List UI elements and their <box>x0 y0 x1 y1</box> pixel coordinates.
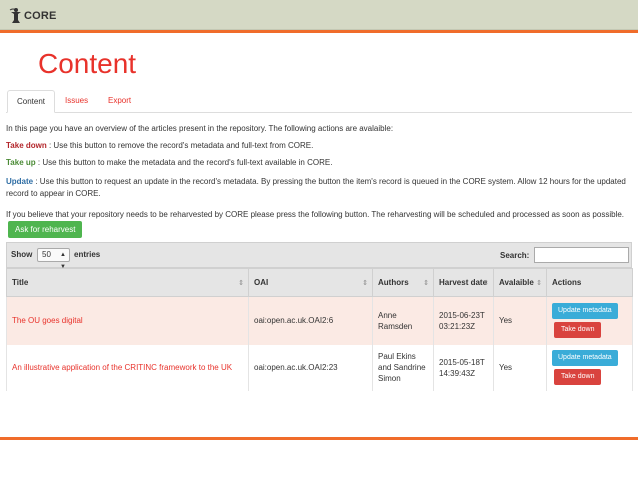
entries-per-page-select[interactable]: 50 ▲ ▼ <box>37 248 70 270</box>
column-header-available[interactable]: Avalaible ⇕ <box>493 268 547 297</box>
update-label: Update <box>6 177 34 186</box>
sort-arrows-icon: ⇕ <box>423 279 429 287</box>
tab-issues[interactable]: Issues <box>56 90 97 113</box>
column-header-title[interactable]: Title ⇕ <box>6 268 249 297</box>
entries-per-page-value: 50 <box>42 250 51 259</box>
tab-content[interactable]: Content <box>7 90 56 113</box>
top-orange-divider <box>0 30 638 33</box>
sort-arrows-icon: ⇕ <box>483 279 489 287</box>
reharvest-text: If you believe that your repository need… <box>6 210 624 219</box>
sort-arrows-icon: ⇕ <box>238 279 244 287</box>
articles-table-wrapper: Show 50 ▲ ▼ entries Search: Title ⇕ OAI ⇕ A… <box>6 242 633 391</box>
column-header-actions: Actions <box>546 268 633 297</box>
core-logo-icon <box>9 8 21 23</box>
table-controls: Show 50 ▲ ▼ entries Search: <box>6 242 632 270</box>
row-authors: Paul Ekins and Sandrine Simon <box>372 344 434 391</box>
ask-for-reharvest-button[interactable]: Ask for reharvest <box>8 221 83 238</box>
show-label: Show <box>11 250 33 259</box>
sort-arrows-icon: ⇕ <box>536 279 542 287</box>
row-harvest-date: 2015-06-23T03:21:23Z <box>433 296 494 345</box>
bottom-orange-divider <box>0 437 638 440</box>
row-oai: oai:open.ac.uk.OAI2:6 <box>248 296 373 345</box>
logo-text: CORE <box>24 9 57 22</box>
reharvest-description: If you believe that your repository need… <box>6 208 632 238</box>
row-actions: Update metadata Take down <box>546 344 633 391</box>
take-up-text: : Use this button to make the metadata a… <box>37 158 333 167</box>
update-text: : Use this button to request an update i… <box>6 177 626 198</box>
take-down-description: Take down : Use this button to remove th… <box>6 140 632 152</box>
top-header: CORE <box>0 0 638 30</box>
row-title-link[interactable]: An illustrative application of the CRITI… <box>6 344 249 391</box>
row-available: Yes <box>493 296 547 345</box>
table-row: The OU goes digital oai:open.ac.uk.OAI2:… <box>6 296 633 345</box>
table-header-row: Title ⇕ OAI ⇕ Authors ⇕ Harvest date ⇕ Avala… <box>6 268 633 297</box>
table-row: An illustrative application of the CRITI… <box>6 344 633 391</box>
update-description: Update : Use this button to request an u… <box>6 176 632 200</box>
take-up-description: Take up : Use this button to make the me… <box>6 157 632 169</box>
intro-text: In this page you have an overview of the… <box>6 124 394 133</box>
take-down-button[interactable]: Take down <box>554 322 602 339</box>
row-harvest-date: 2015-05-18T14:39:43Z <box>433 344 494 391</box>
search-label: Search: <box>500 251 530 260</box>
page-title: Content <box>38 48 137 79</box>
tab-bar: Content Issues Export <box>6 90 632 113</box>
core-logo[interactable]: CORE <box>9 7 57 24</box>
search-input[interactable] <box>534 247 629 263</box>
column-header-authors[interactable]: Authors ⇕ <box>372 268 434 297</box>
update-metadata-button[interactable]: Update metadata <box>552 303 618 320</box>
update-metadata-button[interactable]: Update metadata <box>552 350 618 366</box>
take-down-button[interactable]: Take down <box>554 369 602 385</box>
row-actions: Update metadata Take down <box>546 296 633 345</box>
row-title-link[interactable]: The OU goes digital <box>6 296 249 345</box>
row-oai: oai:open.ac.uk.OAI2:23 <box>248 344 373 391</box>
row-authors: Anne Ramsden <box>372 296 434 345</box>
articles-table: Title ⇕ OAI ⇕ Authors ⇕ Harvest date ⇕ Avala… <box>6 268 633 391</box>
entries-label: entries <box>74 250 101 259</box>
row-available: Yes <box>493 344 547 391</box>
column-header-harvest-date[interactable]: Harvest date ⇕ <box>433 268 494 297</box>
take-down-label: Take down <box>6 141 47 150</box>
take-down-text: : Use this button to remove the record's… <box>48 141 314 150</box>
sort-arrows-icon: ⇕ <box>362 279 368 287</box>
tab-export[interactable]: Export <box>99 90 140 113</box>
take-up-label: Take up <box>6 158 36 167</box>
column-header-oai[interactable]: OAI ⇕ <box>248 268 373 297</box>
